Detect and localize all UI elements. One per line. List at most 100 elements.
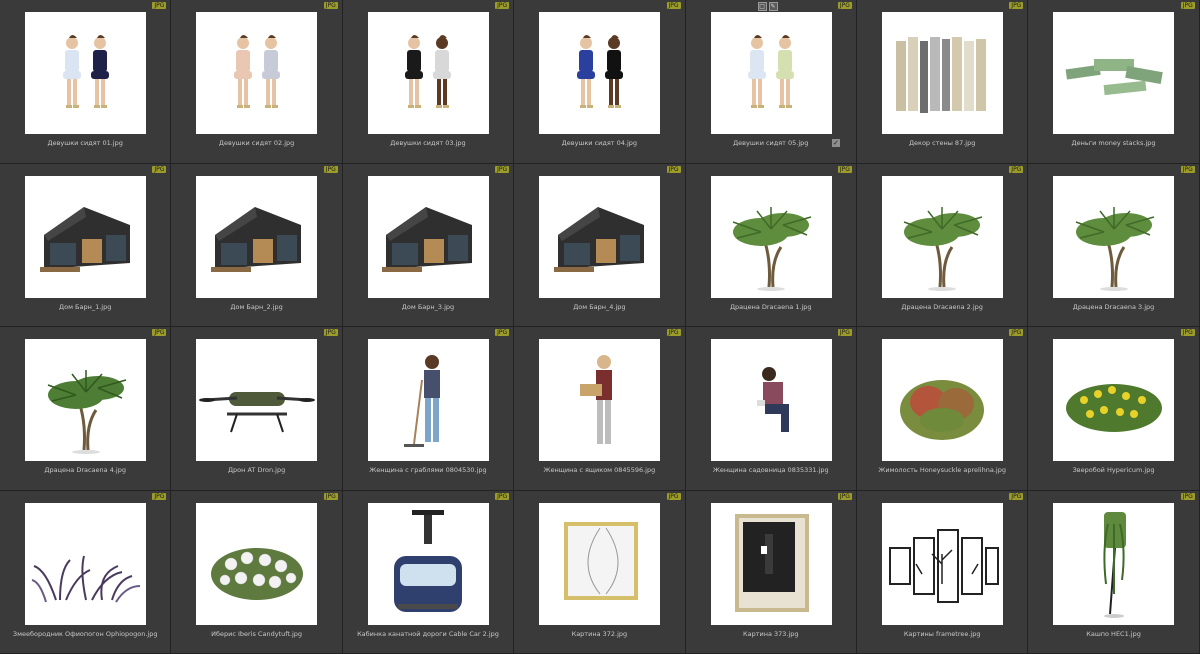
file-type-badge: JPG — [152, 329, 167, 336]
framed-art-dark-icon[interactable] — [710, 502, 832, 625]
thumbnail-cell[interactable]: JPG Жимолость Honeysuckle aprelihna.jpg — [856, 327, 1029, 491]
file-type-badge: JPG — [1180, 165, 1195, 173]
yellow-flower-bush-icon[interactable] — [1053, 339, 1175, 461]
two-women-sitting-icon[interactable] — [25, 12, 146, 134]
thumbnail-cell[interactable]: JPG Женщина с граблями 0804530.jpg — [342, 327, 515, 491]
thumbnail-caption: Драцена Dracaena 3.jpg — [1072, 302, 1155, 311]
tree-frames-icon[interactable] — [881, 502, 1003, 625]
thumbnail-cell[interactable]: JPG Дом Барн_3.jpg — [342, 163, 515, 327]
thumbnail-cell[interactable]: JPG Дрон AT Dron.jpg — [171, 327, 343, 491]
file-type-badge: JPG — [495, 165, 510, 173]
thumbnail-caption: Женщина с граблями 0804530.jpg — [369, 466, 487, 474]
thumbnail-caption: Девушки сидят 03.jpg — [390, 139, 466, 147]
file-type-badge: JPG — [1009, 329, 1024, 336]
thumbnail-cell[interactable]: JPG Дом Барн_2.jpg — [171, 163, 343, 327]
thumbnail-cell[interactable]: JPG Иберис Iberis Candytuft.jpg — [171, 490, 343, 654]
purple-grass-icon[interactable] — [25, 502, 146, 625]
thumbnail-cell[interactable]: JPG Дом Барн_1.jpg — [0, 163, 172, 327]
thumbnail-caption: Жимолость Honeysuckle aprelihna.jpg — [878, 466, 1006, 474]
thumbnail-caption: Дом Барн_4.jpg — [573, 302, 626, 311]
file-type-badge: JPG — [837, 329, 852, 336]
thumbnail-caption: Драцена Dracaena 4.jpg — [44, 466, 126, 474]
thumbnail-caption: Картина 372.jpg — [571, 629, 628, 638]
file-type-badge: JPG — [323, 492, 338, 500]
dracaena-tree-icon[interactable] — [25, 339, 146, 461]
file-type-badge: JPG — [666, 492, 681, 500]
file-type-badge: JPG — [495, 329, 510, 336]
two-women-sitting-icon[interactable] — [539, 12, 661, 134]
thumbnail-cell[interactable]: JPG Дом Барн_4.jpg — [514, 163, 686, 327]
file-type-badge: JPG — [323, 329, 338, 336]
hanging-planter-icon[interactable] — [1053, 502, 1175, 625]
thumbnail-caption: Женщина с ящиком 0845596.jpg — [543, 466, 656, 474]
select-checkbox[interactable]: ✓ — [831, 139, 840, 147]
woman-gardener-icon[interactable] — [710, 339, 832, 461]
thumbnail-caption: Зверобой Hypericum.jpg — [1072, 466, 1155, 474]
file-type-badge: JPG — [1180, 2, 1195, 9]
thumbnail-cell[interactable]: JPG Девушки сидят 01.jpg — [0, 0, 172, 164]
barn-house-icon[interactable] — [539, 175, 661, 298]
thumbnail-caption: Дом Барн_2.jpg — [230, 302, 283, 311]
file-type-badge: JPG — [837, 2, 852, 9]
thumbnail-caption: Девушки сидят 01.jpg — [47, 139, 123, 147]
barn-house-icon[interactable] — [367, 175, 489, 298]
thumbnail-caption: Девушки сидят 05.jpg — [733, 139, 809, 147]
file-type-badge: JPG — [1180, 329, 1195, 336]
shrub-icon[interactable] — [881, 339, 1003, 461]
file-type-badge: JPG — [495, 492, 510, 500]
white-flower-bush-icon[interactable] — [196, 502, 318, 625]
thumbnail-caption: Драцена Dracaena 2.jpg — [901, 302, 983, 311]
thumbnail-cell[interactable]: JPG Зверобой Hypericum.jpg — [1028, 327, 1200, 491]
thumbnail-cell[interactable]: JPG Девушки сидят 02.jpg — [171, 0, 343, 164]
thumbnail-cell[interactable]: JPG Кашпо HEC1.jpg — [1028, 490, 1200, 654]
barn-house-icon[interactable] — [25, 175, 146, 298]
thumbnail-cell[interactable]: JPG Драцена Dracaena 1.jpg — [685, 163, 857, 327]
thumbnail-caption: Драцена Dracaena 1.jpg — [729, 302, 812, 311]
thumbnail-cell[interactable]: JPG Девушки сидят 04.jpg — [514, 0, 686, 164]
pencil-icon[interactable]: ✎ — [768, 2, 778, 11]
thumbnail-cell[interactable]: JPG Змееборoдник Офиопогон Ophiopogon.jp… — [0, 490, 172, 654]
thumbnail-cell[interactable]: JPG Декор стены 87.jpg — [856, 0, 1029, 164]
thumbnail-caption: Женщина садовница 0835331.jpg — [712, 466, 829, 474]
dracaena-plant-icon[interactable] — [881, 175, 1003, 298]
file-type-badge: JPG — [1009, 2, 1024, 9]
thumbnail-cell[interactable]: JPG Драцена Dracaena 4.jpg — [0, 327, 172, 491]
file-type-badge: JPG — [666, 2, 681, 9]
file-type-badge: JPG — [666, 329, 681, 336]
thumbnail-cell[interactable]: JPG Картина 373.jpg — [685, 490, 857, 654]
woman-with-rake-icon[interactable] — [367, 339, 489, 461]
thumbnail-caption: Кашпо HEC1.jpg — [1086, 629, 1141, 638]
two-women-sitting-icon[interactable] — [710, 12, 832, 134]
two-women-sitting-icon[interactable] — [196, 12, 318, 134]
thumbnail-cell[interactable]: JPG Девушки сидят 05.jpg □ ✎ ✓ — [685, 0, 857, 164]
dracaena-plant-icon[interactable] — [710, 175, 832, 298]
thumbnail-cell[interactable]: JPG Картина 372.jpg — [514, 490, 686, 654]
two-women-sitting-icon[interactable] — [367, 12, 489, 134]
thumbnail-cell[interactable]: JPG Женщина садовница 0835331.jpg — [685, 327, 857, 491]
file-type-badge: JPG — [495, 2, 510, 9]
file-type-badge: JPG — [152, 2, 167, 9]
barn-house-icon[interactable] — [196, 175, 318, 298]
thumbnail-caption: Дрон AT Dron.jpg — [227, 466, 286, 474]
thumbnail-cell[interactable]: JPG Картины frametree.jpg — [856, 490, 1029, 654]
thumbnail-cell[interactable]: JPG Деньги money stacks.jpg — [1028, 0, 1200, 164]
thumbnail-cell[interactable]: JPG Женщина с ящиком 0845596.jpg — [514, 327, 686, 491]
square-icon[interactable]: □ — [757, 2, 767, 11]
dracaena-plant-icon[interactable] — [1053, 175, 1175, 298]
thumbnail-caption: Декор стены 87.jpg — [908, 139, 976, 147]
thumbnail-cell[interactable]: JPG Драцена Dracaena 2.jpg — [856, 163, 1029, 327]
money-stacks-icon[interactable] — [1053, 12, 1175, 134]
framed-art-icon[interactable] — [539, 502, 661, 625]
thumbnail-cell[interactable]: JPG Девушки сидят 03.jpg — [342, 0, 515, 164]
file-type-badge: JPG — [152, 492, 167, 500]
thumbnail-caption: Иберис Iberis Candytuft.jpg — [211, 629, 303, 638]
wall-panels-icon[interactable] — [881, 12, 1003, 134]
cable-car-icon[interactable] — [367, 502, 489, 625]
thumbnail-cell[interactable]: JPG Кабинка канатной дороги Cable Car 2.… — [342, 490, 515, 654]
thumbnail-caption: Девушки сидят 02.jpg — [218, 139, 295, 147]
thumbnail-cell[interactable]: JPG Драцена Dracaena 3.jpg — [1028, 163, 1200, 327]
file-type-badge: JPG — [323, 2, 338, 9]
woman-with-box-icon[interactable] — [539, 339, 661, 461]
drone-icon[interactable] — [196, 339, 318, 461]
file-type-badge: JPG — [1180, 492, 1195, 500]
